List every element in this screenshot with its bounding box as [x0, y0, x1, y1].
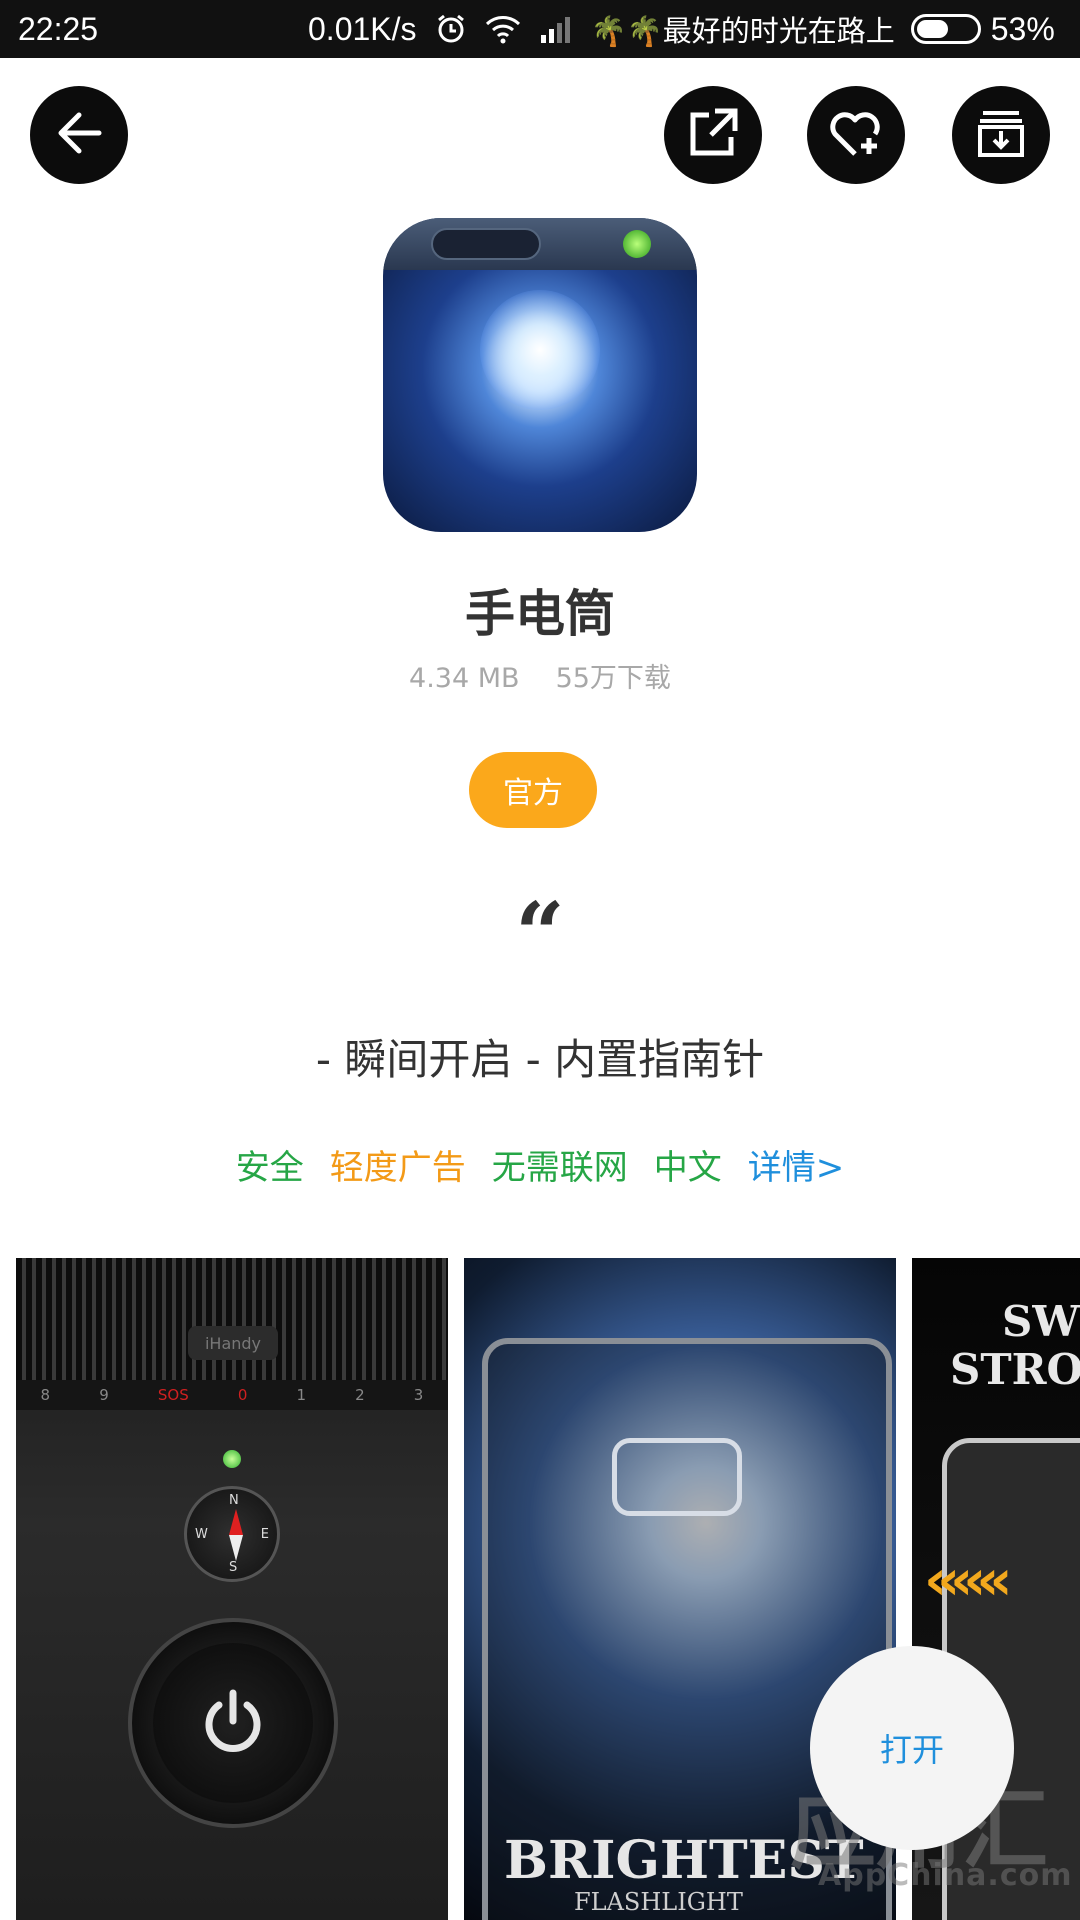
download-box-icon — [973, 105, 1029, 165]
official-badge: 官方 — [469, 752, 597, 828]
app-size: 4.34 MB — [409, 663, 520, 694]
screenshot-1[interactable]: iHandy 8 9 SOS 0 1 2 3 N S W E — [16, 1258, 448, 1920]
compass-e: E — [260, 1527, 269, 1542]
app-meta: 4.34 MB 55万下载 — [0, 656, 1080, 695]
led-indicator — [623, 230, 651, 258]
add-favorite-button[interactable] — [807, 86, 905, 184]
strobe-scale: 8 9 SOS 0 1 2 3 — [16, 1380, 448, 1410]
green-led — [223, 1450, 241, 1468]
scale-label: 8 — [40, 1386, 51, 1404]
status-time: 22:25 — [18, 10, 99, 47]
chevrons-left-icon: ««« — [924, 1548, 1012, 1613]
share-button[interactable] — [664, 86, 762, 184]
status-net-speed: 0.01K/s — [308, 10, 417, 47]
app-downloads: 55万下载 — [555, 663, 671, 694]
open-app-button[interactable]: 打开 — [810, 1646, 1014, 1850]
compass-w: W — [195, 1527, 208, 1542]
status-carrier: 🌴🌴最好的时光在路上 — [590, 14, 895, 48]
compass-s: S — [229, 1560, 238, 1575]
share-external-icon — [685, 105, 741, 165]
compass-needle-north — [229, 1509, 243, 1535]
add-favorite-heart-icon — [827, 106, 885, 164]
tag-no-network: 无需联网 — [491, 1148, 628, 1188]
screenshot-3-title-line1: SW — [1002, 1297, 1080, 1346]
app-tags: 安全 轻度广告 无需联网 中文 详情> — [0, 1140, 1080, 1189]
battery-percent: 53% — [990, 10, 1055, 47]
scale-label: 3 — [413, 1386, 424, 1404]
ihandy-logo: iHandy — [188, 1326, 278, 1360]
flashlight-switch — [431, 228, 541, 260]
back-button[interactable] — [30, 86, 128, 184]
screenshot-3-title: SW STRO — [950, 1297, 1080, 1395]
scale-label: 0 — [237, 1386, 248, 1404]
download-button[interactable] — [952, 86, 1050, 184]
compass-needle-south — [229, 1535, 243, 1561]
flashlight-beam-glow — [480, 290, 600, 410]
power-icon — [197, 1685, 269, 1761]
scale-label-sos: SOS — [157, 1386, 189, 1404]
alarm-icon — [435, 13, 467, 45]
compass-n: N — [229, 1493, 239, 1508]
screenshot-3-title-line2: STRO — [950, 1345, 1080, 1395]
details-link[interactable]: 详情> — [748, 1140, 845, 1189]
watermark-url: AppChina.com — [818, 1858, 1073, 1893]
compass-icon: N S W E — [184, 1486, 280, 1582]
power-button-graphic — [128, 1618, 338, 1828]
tag-light-ads: 轻度广告 — [329, 1148, 466, 1188]
status-bar: 22:25 0.01K/s 🌴🌴最好的时光在路上 53% — [0, 0, 1080, 58]
tag-chinese: 中文 — [653, 1148, 722, 1188]
app-icon — [383, 218, 697, 532]
scale-label: 9 — [99, 1386, 109, 1404]
screenshot-subtitle: FLASHLIGHT — [574, 1888, 743, 1916]
wifi-icon — [485, 14, 521, 44]
tag-safe: 安全 — [235, 1148, 304, 1188]
signal-icon — [539, 15, 575, 43]
app-slogan: - 瞬间开启 - 内置指南针 — [315, 1035, 765, 1084]
quote-mark: “ — [515, 884, 565, 985]
camera-flash-outline — [612, 1438, 742, 1516]
app-name: 手电筒 — [465, 585, 615, 643]
scale-label: 1 — [296, 1386, 307, 1404]
power-button-inner — [153, 1643, 313, 1803]
scale-label: 2 — [355, 1386, 365, 1404]
battery-icon — [910, 14, 981, 44]
back-arrow-icon — [51, 105, 107, 165]
